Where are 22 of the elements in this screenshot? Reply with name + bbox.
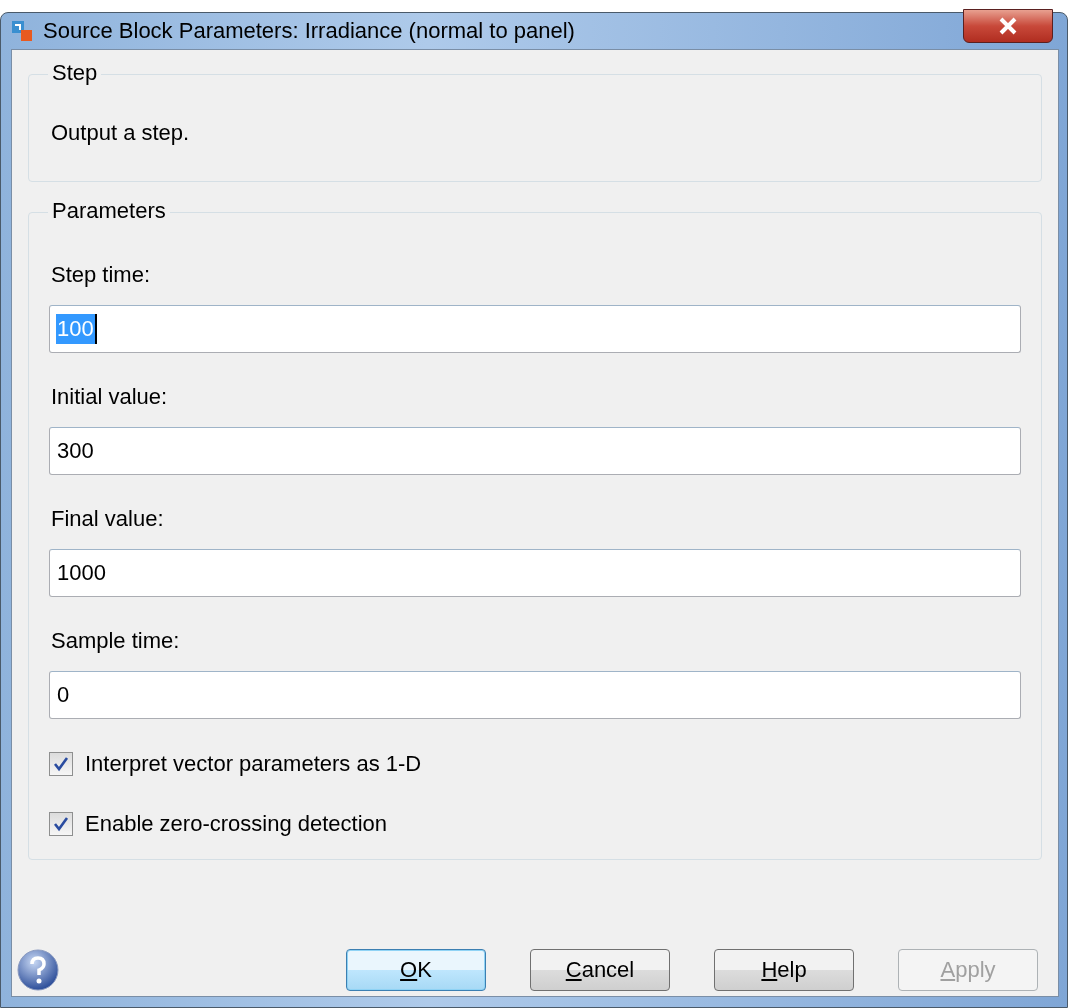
dialog-button[interactable]: Help	[714, 949, 854, 991]
field-label: Final value:	[50, 505, 165, 533]
close-button[interactable]	[963, 9, 1053, 43]
field-label: Sample time:	[50, 627, 181, 655]
close-icon	[997, 17, 1019, 35]
field-label: Initial value:	[50, 383, 169, 411]
input-field[interactable]: 1000	[49, 549, 1021, 597]
app-icon	[11, 20, 33, 42]
window-title: Source Block Parameters: Irradiance (normal to panel)	[43, 18, 575, 44]
checkbox-label[interactable]: Interpret vector parameters as 1-D	[85, 749, 422, 779]
field-label: Step time:	[50, 261, 152, 289]
dialog-button[interactable]: OK	[346, 949, 486, 991]
check-icon	[53, 816, 69, 832]
checkbox-label[interactable]: Enable zero-crossing detection	[85, 809, 388, 839]
checkbox[interactable]	[49, 812, 73, 836]
input-field[interactable]: 0	[49, 671, 1021, 719]
check-icon	[53, 756, 69, 772]
help-icon[interactable]	[16, 948, 60, 992]
checkbox[interactable]	[49, 752, 73, 776]
dialog-button[interactable]: Cancel	[530, 949, 670, 991]
description-text: Output a step.	[50, 119, 191, 147]
input-field[interactable]: 300	[49, 427, 1021, 475]
